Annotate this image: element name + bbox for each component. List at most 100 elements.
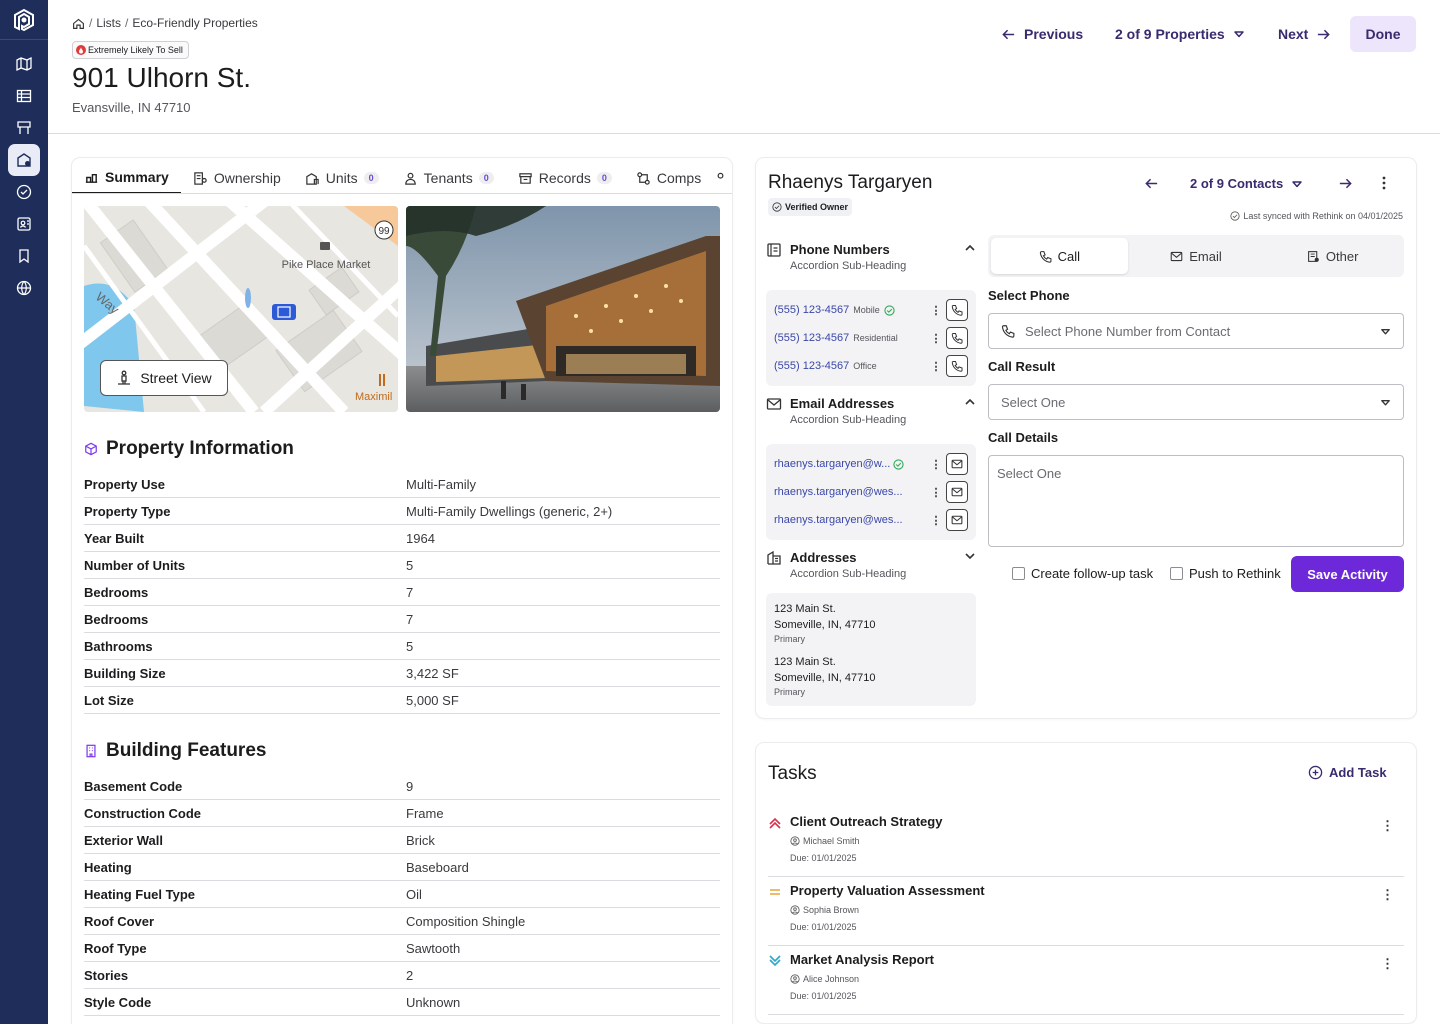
followup-checkbox[interactable]: Create follow-up task [1012,566,1153,581]
phone-number-link[interactable]: (555) 123-4567 [774,332,849,344]
caret-down-icon [1381,399,1390,405]
add-task-button[interactable]: Add Task [1308,765,1387,780]
sidebar-item-properties[interactable] [8,144,40,176]
tab-comps[interactable]: Comps [624,162,713,193]
field-label: Bedrooms [84,584,149,600]
cube-icon [85,442,97,456]
send-email-button[interactable] [946,453,968,475]
kebab-menu-icon[interactable]: ⋮ [926,332,946,345]
contact-position-dropdown[interactable]: 2 of 9 Contacts [1190,176,1303,191]
tab-units[interactable]: Units 0 [293,162,391,193]
task-assignee-name: Alice Johnson [803,974,860,984]
tab-label: Email [1189,248,1222,264]
call-phone-button[interactable] [946,299,968,321]
sidebar-item-bookmarks[interactable] [8,240,40,272]
property-position-dropdown[interactable]: 2 of 9 Properties [1115,16,1245,52]
phone-numbers-subtitle: Accordion Sub-Heading [790,260,907,272]
bookmark-icon [19,249,29,264]
breadcrumb-item-lists[interactable]: Lists [96,16,121,30]
contact-more-button[interactable] [1382,176,1386,190]
flag-icon [17,121,31,134]
verified-owner-label: Verified Owner [785,202,849,212]
chevron-up-icon [965,398,975,405]
street-view-button[interactable]: Street View [100,360,228,396]
select-phone-dropdown[interactable]: Select Phone Number from Contact [988,313,1404,349]
tab-email[interactable]: Email [1128,238,1265,274]
phone-type-label: Mobile [853,305,880,315]
sidebar-divider [0,39,48,40]
kebab-menu-icon[interactable]: ⋮ [926,304,946,317]
kebab-menu-icon[interactable]: ⋮ [926,486,946,499]
task-title: Client Outreach Strategy [790,814,943,829]
email-link[interactable]: rhaenys.targaryen@wes... [774,486,903,498]
field-label: Property Use [84,476,165,492]
email-link[interactable]: rhaenys.targaryen@wes... [774,514,903,526]
field-label: Roof Type [84,940,147,956]
sidebar-item-globe[interactable] [8,272,40,304]
sidebar [0,0,48,1024]
user-circle-icon [790,905,800,915]
tab-other[interactable]: Other [1264,238,1401,274]
property-map[interactable]: 99 Pike Place Market Way Maximil Street … [84,206,398,412]
kebab-menu-icon[interactable]: ⋮ [1381,956,1394,972]
tab-count: 0 [363,172,379,184]
tab-ownership[interactable]: Ownership [181,162,293,193]
kebab-menu-icon[interactable]: ⋮ [926,514,946,527]
phone-icon [951,361,963,372]
call-details-textarea[interactable]: Select One [988,455,1404,547]
units-icon [306,172,319,185]
save-activity-button[interactable]: Save Activity [1291,556,1404,592]
checkbox-box[interactable] [1170,567,1183,580]
task-assignee-name: Michael Smith [803,836,860,846]
phone-numbers-accordion-header[interactable]: Phone Numbers Accordion Sub-Heading [766,242,976,278]
sidebar-item-tasks[interactable] [8,176,40,208]
task-row[interactable]: Market Analysis Report Alice Johnson Due… [768,946,1404,1015]
done-button[interactable]: Done [1350,16,1416,52]
tab-label: Tenants [423,170,473,186]
sidebar-item-table[interactable] [8,80,40,112]
tab-call[interactable]: Call [991,238,1128,274]
call-phone-button[interactable] [946,327,968,349]
tab-tenants[interactable]: Tenants 0 [391,162,506,193]
phone-number-link[interactable]: (555) 123-4567 [774,304,849,316]
kebab-menu-icon[interactable]: ⋮ [926,458,946,471]
email-addresses-accordion-header[interactable]: Email Addresses Accordion Sub-Heading [766,396,976,432]
email-link[interactable]: rhaenys.targaryen@w... [774,458,890,470]
home-icon[interactable] [72,17,85,30]
table-row: Exterior Wall Brick [84,827,720,854]
tab-overflow[interactable] [713,162,728,193]
tab-records[interactable]: Records 0 [506,162,624,193]
street-view-icon [118,370,131,385]
addresses-title: Addresses [790,550,857,565]
tab-summary[interactable]: Summary [72,162,181,193]
task-assignee-name: Sophia Brown [803,905,860,915]
addresses-accordion-header[interactable]: Addresses Accordion Sub-Heading [766,550,976,586]
kebab-menu-icon[interactable]: ⋮ [1381,818,1394,834]
kebab-menu-icon[interactable]: ⋮ [1381,887,1394,903]
phone-number-link[interactable]: (555) 123-4567 [774,360,849,372]
next-button[interactable]: Next [1278,16,1331,52]
push-rethink-checkbox[interactable]: Push to Rethink [1170,566,1281,581]
task-row[interactable]: Client Outreach Strategy Michael Smith D… [768,808,1404,877]
call-phone-button[interactable] [946,355,968,377]
field-label: Construction Code [84,805,201,821]
sidebar-item-map[interactable] [8,48,40,80]
property-photo[interactable] [406,206,720,412]
app-logo-icon[interactable] [12,8,36,32]
next-label: Next [1278,26,1309,42]
send-email-button[interactable] [946,509,968,531]
breadcrumb-item-current[interactable]: Eco-Friendly Properties [132,16,257,30]
table-icon [16,89,32,103]
call-result-dropdown[interactable]: Select One [988,384,1404,420]
previous-button[interactable]: Previous [1001,16,1083,52]
task-row[interactable]: Property Valuation Assessment Sophia Bro… [768,877,1404,946]
send-email-button[interactable] [946,481,968,503]
table-row: Heating Baseboard [84,854,720,881]
kebab-menu-icon[interactable]: ⋮ [926,360,946,373]
checkbox-box[interactable] [1012,567,1025,580]
next-contact-button[interactable] [1338,176,1353,191]
previous-contact-button[interactable] [1144,176,1159,191]
sidebar-item-contacts[interactable] [8,208,40,240]
property-info-heading: Property Information [84,438,294,460]
sidebar-item-flag[interactable] [8,112,40,144]
